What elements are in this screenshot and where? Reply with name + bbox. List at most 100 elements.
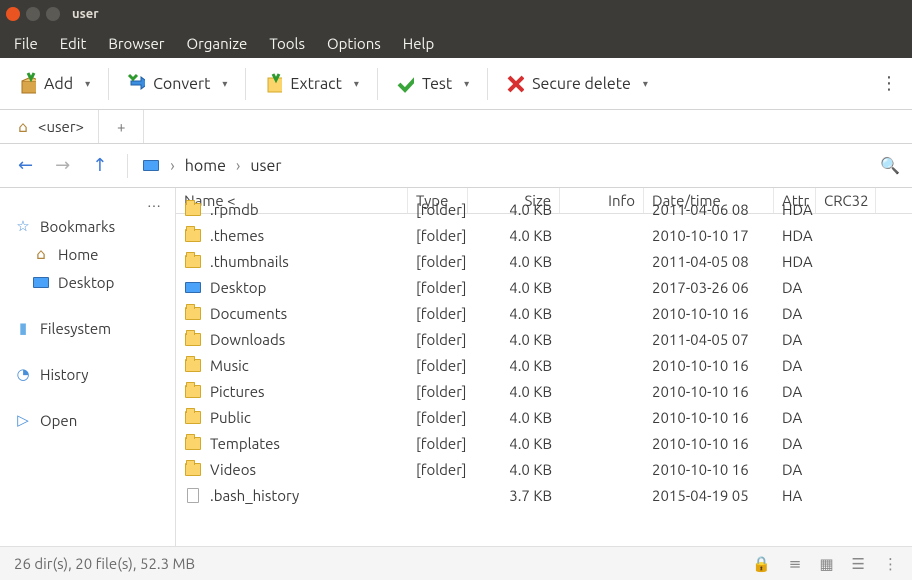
file-name: Templates — [210, 435, 280, 452]
nav-forward-button[interactable]: → — [49, 151, 76, 180]
sidebar-open[interactable]: ▷ Open — [0, 406, 175, 434]
file-size: 4.0 KB — [468, 435, 560, 452]
test-button[interactable]: Test ▾ — [386, 69, 479, 99]
extract-button[interactable]: Extract ▾ — [254, 69, 369, 99]
file-date: 2010-10-10 16 — [644, 357, 774, 374]
table-row[interactable]: .rpmdb[folder]4.0 KB2011-04-06 08HDA — [176, 196, 912, 222]
sidebar-more-button[interactable]: … — [0, 192, 175, 212]
convert-label: Convert — [153, 75, 210, 93]
lock-icon[interactable]: 🔒 — [752, 555, 771, 573]
sidebar-bookmarks[interactable]: ☆ Bookmarks — [0, 212, 175, 240]
file-type: [folder] — [408, 253, 468, 270]
play-icon: ▷ — [14, 411, 32, 429]
computer-icon[interactable] — [142, 157, 160, 175]
add-label: Add — [44, 75, 73, 93]
file-attr: DA — [774, 409, 816, 426]
table-row[interactable]: Public[folder]4.0 KB2010-10-10 16DA — [176, 404, 912, 430]
add-button[interactable]: Add ▾ — [8, 69, 100, 99]
table-row[interactable]: Templates[folder]4.0 KB2010-10-10 16DA — [176, 430, 912, 456]
view-detail-icon[interactable]: ☰ — [852, 555, 865, 573]
menu-help[interactable]: Help — [393, 31, 444, 56]
nav-back-button[interactable]: ← — [12, 151, 39, 180]
file-date: 2010-10-10 16 — [644, 383, 774, 400]
menu-tools[interactable]: Tools — [259, 31, 315, 56]
chevron-down-icon[interactable]: ▾ — [354, 78, 359, 90]
file-type: [folder] — [408, 279, 468, 296]
separator — [127, 154, 128, 178]
table-row[interactable]: Pictures[folder]4.0 KB2010-10-10 16DA — [176, 378, 912, 404]
view-list-icon[interactable]: ≡ — [789, 555, 802, 573]
file-attr: DA — [774, 305, 816, 322]
window-close-button[interactable] — [6, 7, 20, 21]
view-grid-icon[interactable]: ▦ — [819, 555, 833, 573]
search-icon[interactable]: 🔍 — [880, 156, 900, 175]
file-name: Videos — [210, 461, 256, 478]
file-name: .bash_history — [210, 487, 299, 504]
file-date: 2011-04-05 07 — [644, 331, 774, 348]
separator — [245, 68, 246, 100]
star-icon: ☆ — [14, 217, 32, 235]
chevron-right-icon: › — [236, 157, 241, 175]
sidebar-home[interactable]: ⌂ Home — [0, 240, 175, 268]
sidebar-item-label: Bookmarks — [40, 218, 115, 235]
file-size: 4.0 KB — [468, 201, 560, 218]
table-row[interactable]: Music[folder]4.0 KB2010-10-10 16DA — [176, 352, 912, 378]
window-minimize-button[interactable] — [26, 7, 40, 21]
table-row[interactable]: Documents[folder]4.0 KB2010-10-10 16DA — [176, 300, 912, 326]
table-row[interactable]: Videos[folder]4.0 KB2010-10-10 16DA — [176, 456, 912, 482]
secure-delete-button[interactable]: Secure delete ▾ — [496, 69, 658, 99]
file-attr: HA — [774, 487, 816, 504]
chevron-down-icon[interactable]: ▾ — [643, 78, 648, 90]
convert-button[interactable]: Convert ▾ — [117, 69, 237, 99]
file-date: 2010-10-10 16 — [644, 461, 774, 478]
overflow-icon[interactable]: ⋮ — [883, 555, 898, 573]
table-row[interactable]: Desktop[folder]4.0 KB2017-03-26 06DA — [176, 274, 912, 300]
statusbar: 26 dir(s), 20 file(s), 52.3 MB 🔒 ≡ ▦ ☰ ⋮ — [0, 546, 912, 580]
menu-file[interactable]: File — [4, 31, 48, 56]
test-label: Test — [422, 75, 452, 93]
file-type: [folder] — [408, 409, 468, 426]
file-type: [folder] — [408, 201, 468, 218]
chevron-down-icon[interactable]: ▾ — [222, 78, 227, 90]
file-attr: DA — [774, 357, 816, 374]
toolbar: Add ▾ Convert ▾ Extract ▾ Test ▾ Secure … — [0, 58, 912, 110]
file-name: Desktop — [210, 279, 266, 296]
box-icon — [18, 75, 36, 93]
sidebar-desktop[interactable]: Desktop — [0, 268, 175, 296]
breadcrumb-user[interactable]: user — [250, 157, 281, 175]
tab-add-button[interactable]: + — [99, 110, 144, 143]
menu-options[interactable]: Options — [317, 31, 391, 56]
file-list[interactable]: .rpmdb[folder]4.0 KB2011-04-06 08HDA.the… — [176, 196, 912, 546]
secure-delete-label: Secure delete — [532, 75, 631, 93]
table-row[interactable]: .thumbnails[folder]4.0 KB2011-04-05 08HD… — [176, 248, 912, 274]
file-name: Downloads — [210, 331, 285, 348]
folder-icon — [184, 226, 202, 244]
separator — [487, 68, 488, 100]
menu-organize[interactable]: Organize — [176, 31, 257, 56]
file-size: 4.0 KB — [468, 331, 560, 348]
file-type: [folder] — [408, 461, 468, 478]
file-name: Music — [210, 357, 249, 374]
file-attr: DA — [774, 383, 816, 400]
menu-edit[interactable]: Edit — [50, 31, 97, 56]
titlebar: user — [0, 0, 912, 28]
sidebar: … ☆ Bookmarks ⌂ Home Desktop ▮ Filesyste… — [0, 188, 176, 546]
sidebar-filesystem[interactable]: ▮ Filesystem — [0, 314, 175, 342]
tab-label: <user> — [38, 118, 84, 135]
tab-user[interactable]: ⌂ <user> — [0, 110, 99, 143]
table-row[interactable]: Downloads[folder]4.0 KB2011-04-05 07DA — [176, 326, 912, 352]
sidebar-history[interactable]: ◔ History — [0, 360, 175, 388]
folder-icon — [184, 304, 202, 322]
chevron-down-icon[interactable]: ▾ — [464, 78, 469, 90]
overflow-button[interactable]: ⋮ — [874, 73, 904, 94]
sidebar-item-label: Filesystem — [40, 320, 111, 337]
chevron-down-icon[interactable]: ▾ — [85, 78, 90, 90]
table-row[interactable]: .themes[folder]4.0 KB2010-10-10 17HDA — [176, 222, 912, 248]
menu-browser[interactable]: Browser — [98, 31, 174, 56]
extract-icon — [264, 75, 282, 93]
file-size: 4.0 KB — [468, 409, 560, 426]
breadcrumb-home[interactable]: home — [185, 157, 226, 175]
nav-up-button[interactable]: ↑ — [86, 151, 113, 180]
window-maximize-button[interactable] — [46, 7, 60, 21]
table-row[interactable]: .bash_history3.7 KB2015-04-19 05HA — [176, 482, 912, 508]
